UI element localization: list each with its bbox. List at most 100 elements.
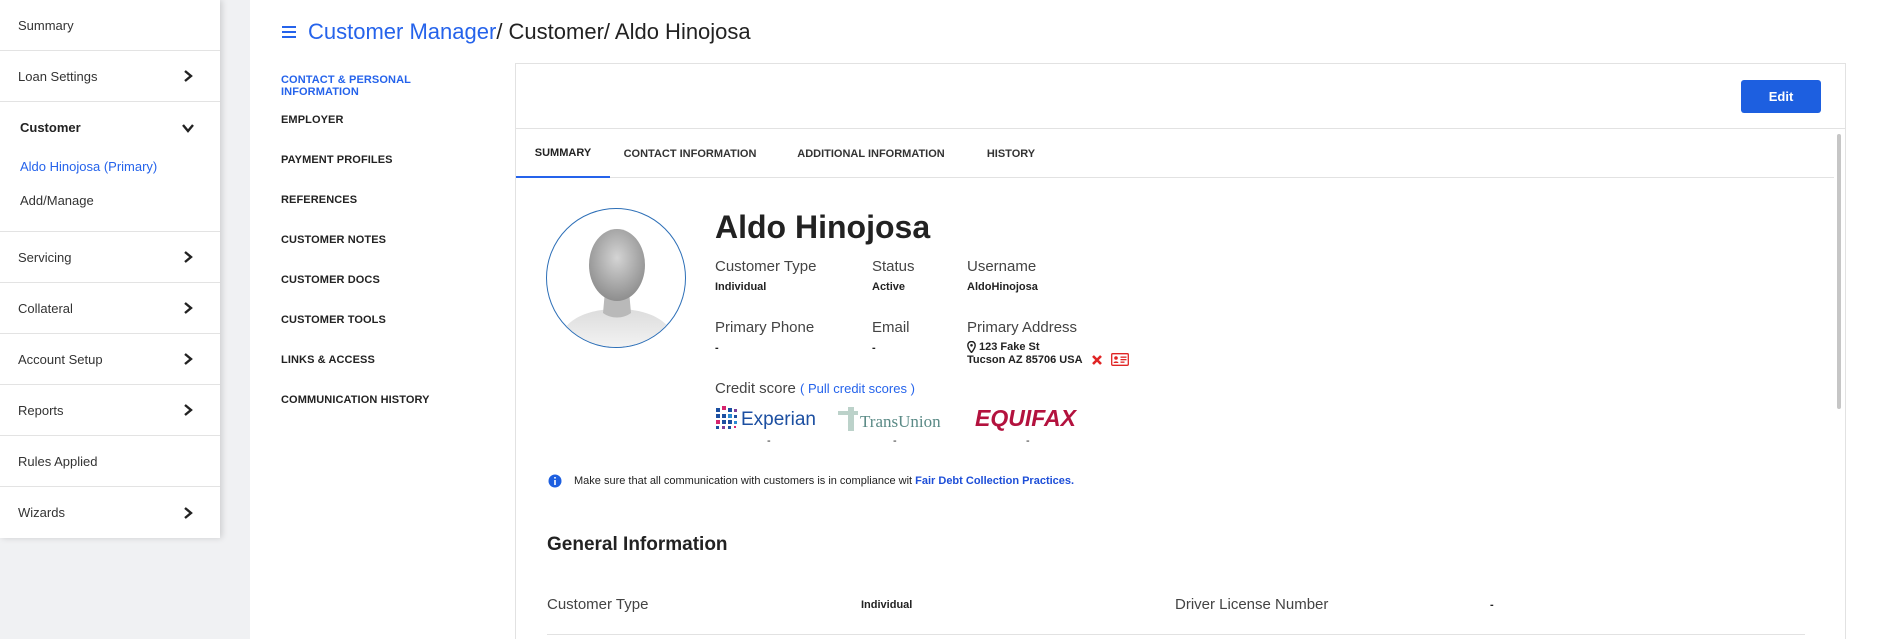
- sidebar-item-loan-settings[interactable]: Loan Settings: [0, 51, 220, 102]
- svg-text:EQUIFAX: EQUIFAX: [975, 405, 1078, 431]
- section-nav-contact-personal[interactable]: CONTACT & PERSONAL INFORMATION: [281, 74, 481, 114]
- address-line-2: Tucson AZ 85706 USA: [967, 353, 1129, 366]
- sidebar-item-label: Rules Applied: [18, 453, 98, 469]
- sidebar-subitem-add-manage[interactable]: Add/Manage: [20, 193, 94, 208]
- field-value: -: [872, 342, 876, 354]
- field-status: Status Active: [872, 258, 915, 293]
- sidebar-item-wizards[interactable]: Wizards: [0, 487, 220, 538]
- pull-credit-scores-link[interactable]: ( Pull credit scores ): [800, 381, 915, 396]
- field-label: Email: [872, 319, 910, 336]
- chevron-right-icon: [184, 506, 193, 519]
- main-content: Customer Manager / Customer/ Aldo Hinojo…: [250, 0, 1893, 639]
- bureau-experian: Experian -: [715, 405, 825, 447]
- divider: [547, 634, 1805, 635]
- hamburger-menu-icon[interactable]: [282, 26, 296, 38]
- field-username: Username AldoHinojosa: [967, 258, 1038, 293]
- chevron-right-icon: [184, 251, 193, 263]
- section-nav-employer[interactable]: EMPLOYER: [281, 114, 481, 154]
- experian-logo: Experian: [716, 406, 816, 430]
- transunion-score: -: [893, 435, 897, 447]
- svg-text:TransUnion: TransUnion: [860, 412, 941, 431]
- field-primary-address: Primary Address 123 Fake St Tucson AZ 85…: [967, 319, 1129, 366]
- chevron-down-icon[interactable]: [182, 122, 194, 134]
- chevron-right-icon: [184, 404, 193, 416]
- customer-panel: Edit SUMMARY CONTACT INFORMATION ADDITIO…: [515, 63, 1846, 639]
- general-driver-license-value: -: [1490, 599, 1494, 611]
- tab-additional-information[interactable]: ADDITIONAL INFORMATION: [786, 129, 956, 178]
- general-customer-type-label: Customer Type: [547, 596, 649, 613]
- credit-score-section: Credit score ( Pull credit scores ): [715, 380, 915, 397]
- equifax-logo: EQUIFAX: [975, 405, 1078, 431]
- experian-score: -: [767, 435, 771, 447]
- field-label: Primary Phone: [715, 319, 815, 336]
- sidebar-group-label[interactable]: Customer: [20, 120, 81, 135]
- id-card-icon[interactable]: [1110, 353, 1129, 366]
- customer-name: Aldo Hinojosa: [715, 209, 931, 245]
- svg-text:Experian: Experian: [741, 409, 816, 430]
- field-value: AldoHinojosa: [967, 281, 1038, 293]
- credit-score-label: Credit score: [715, 380, 796, 397]
- section-nav-communication-history[interactable]: COMMUNICATION HISTORY: [281, 394, 481, 434]
- sidebar-item-label: Account Setup: [18, 351, 103, 367]
- tab-bar: SUMMARY CONTACT INFORMATION ADDITIONAL I…: [516, 129, 1834, 178]
- section-nav-references[interactable]: REFERENCES: [281, 194, 481, 234]
- address-street: 123 Fake St: [979, 341, 1040, 353]
- compliance-notice-text: Make sure that all communication with cu…: [574, 475, 913, 487]
- field-value: Active: [872, 281, 906, 293]
- info-icon: [548, 474, 562, 488]
- sidebar-item-label: Wizards: [18, 505, 65, 520]
- edit-button[interactable]: Edit: [1741, 80, 1821, 113]
- tab-summary[interactable]: SUMMARY: [516, 129, 610, 178]
- sidebar-item-rules-applied[interactable]: Rules Applied: [0, 436, 220, 487]
- chevron-right-icon: [184, 353, 193, 365]
- field-customer-type: Customer Type Individual: [715, 258, 816, 293]
- sidebar-item-summary[interactable]: Summary: [0, 0, 220, 51]
- field-label: Status: [872, 258, 915, 275]
- field-value: Individual: [715, 281, 767, 293]
- sidebar-group-customer: Customer Aldo Hinojosa (Primary) Add/Man…: [0, 102, 220, 232]
- field-email: Email -: [872, 319, 910, 354]
- map-pin-icon: [967, 341, 976, 353]
- sidebar-item-servicing[interactable]: Servicing: [0, 232, 220, 283]
- bureau-transunion: TransUnion -: [836, 405, 956, 447]
- sidebar-item-reports[interactable]: Reports: [0, 385, 220, 436]
- sidebar-item-account-setup[interactable]: Account Setup: [0, 334, 220, 385]
- section-nav-links-access[interactable]: LINKS & ACCESS: [281, 354, 481, 394]
- close-icon[interactable]: [1091, 354, 1103, 366]
- sidebar-item-collateral[interactable]: Collateral: [0, 283, 220, 334]
- sidebar-item-label: Loan Settings: [18, 68, 98, 84]
- general-information-title: General Information: [547, 534, 728, 555]
- field-label: Customer Type: [715, 258, 817, 275]
- sidebar-subitem-primary-customer[interactable]: Aldo Hinojosa (Primary): [20, 159, 157, 174]
- sidebar-item-label: Summary: [18, 17, 74, 33]
- section-nav-customer-notes[interactable]: CUSTOMER NOTES: [281, 234, 481, 274]
- section-nav-customer-docs[interactable]: CUSTOMER DOCS: [281, 274, 481, 314]
- breadcrumb: Customer Manager / Customer/ Aldo Hinojo…: [282, 19, 751, 45]
- general-driver-license-label: Driver License Number: [1175, 596, 1329, 613]
- section-nav-customer-tools[interactable]: CUSTOMER TOOLS: [281, 314, 481, 354]
- tab-history[interactable]: HISTORY: [976, 129, 1046, 178]
- address-city: Tucson AZ 85706 USA: [967, 353, 1083, 366]
- address-line-1: 123 Fake St: [967, 341, 1129, 353]
- tab-contact-information[interactable]: CONTACT INFORMATION: [620, 129, 760, 178]
- field-label: Primary Address: [967, 319, 1078, 336]
- field-value: -: [715, 342, 719, 354]
- compliance-notice: Make sure that all communication with cu…: [548, 474, 1074, 488]
- sidebar-item-label: Collateral: [18, 300, 73, 316]
- sidebar-item-label: Reports: [18, 402, 64, 418]
- bureau-equifax: EQUIFAX -: [971, 405, 1091, 447]
- scrollbar[interactable]: [1837, 134, 1841, 409]
- general-customer-type-value: Individual: [861, 599, 913, 611]
- field-primary-phone: Primary Phone -: [715, 319, 814, 354]
- fair-debt-link[interactable]: Fair Debt Collection Practices.: [915, 475, 1074, 487]
- sidebar-item-label: Servicing: [18, 249, 72, 265]
- transunion-logo: TransUnion: [838, 407, 941, 431]
- chevron-right-icon: [184, 70, 193, 82]
- section-nav-payment-profiles[interactable]: PAYMENT PROFILES: [281, 154, 481, 194]
- section-nav: CONTACT & PERSONAL INFORMATION EMPLOYER …: [281, 74, 481, 434]
- chevron-right-icon: [184, 302, 193, 314]
- user-silhouette-icon: [557, 229, 677, 347]
- equifax-score: -: [1026, 435, 1030, 447]
- breadcrumb-path: / Customer/ Aldo Hinojosa: [496, 19, 751, 44]
- breadcrumb-root-link[interactable]: Customer Manager: [308, 19, 496, 45]
